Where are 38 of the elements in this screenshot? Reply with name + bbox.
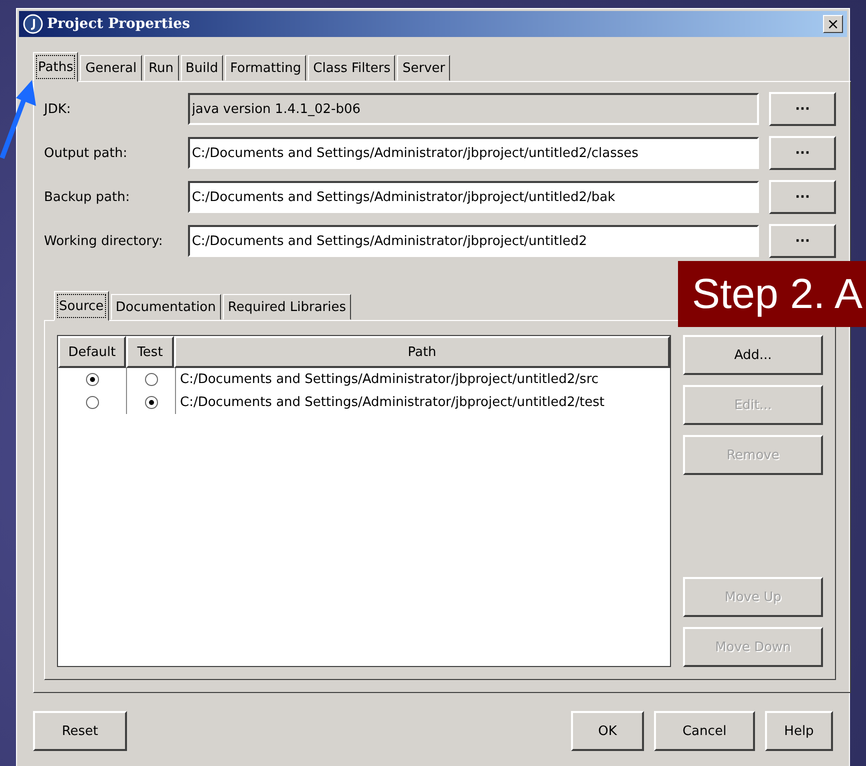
step-banner: Step 2. A: [678, 261, 866, 327]
close-button[interactable]: ×: [823, 15, 843, 33]
browse-button[interactable]: ···: [769, 136, 836, 170]
browse-button[interactable]: ···: [769, 180, 836, 214]
browse-button[interactable]: ···: [769, 224, 836, 258]
tab[interactable]: Required Libraries: [222, 294, 352, 320]
tab[interactable]: Documentation: [110, 294, 221, 320]
table-cell: C:/Documents and Settings/Administrator/jbproject/untitled2/src: [180, 372, 599, 387]
field-label: JDK:: [44, 102, 72, 116]
tab[interactable]: Paths: [33, 52, 78, 82]
tab[interactable]: Build: [180, 55, 224, 81]
input-field[interactable]: C:/Documents and Settings/Administrator/jbproject/untitled2: [188, 225, 760, 257]
dialog-button[interactable]: OK: [571, 711, 644, 751]
app-logo-icon: [23, 14, 43, 34]
field-label: Backup path:: [44, 190, 131, 204]
reset-button[interactable]: Reset: [33, 711, 127, 751]
tab[interactable]: General: [80, 55, 142, 81]
radio-button[interactable]: [144, 373, 158, 386]
field-label: Working directory:: [44, 234, 164, 248]
radio-button[interactable]: [144, 396, 158, 409]
radio-button[interactable]: [86, 373, 98, 386]
dialog-button[interactable]: Cancel: [654, 711, 755, 751]
table-cell: C:/Documents and Settings/Administrator/jbproject/untitled2/test: [180, 395, 605, 410]
tab[interactable]: Class Filters: [308, 55, 396, 81]
window-title: Project Properties: [47, 16, 190, 32]
dialog-button[interactable]: Help: [765, 711, 833, 751]
radio-button[interactable]: [86, 396, 98, 409]
input-field[interactable]: C:/Documents and Settings/Administrator/jbproject/untitled2/classes: [188, 137, 760, 169]
input-field[interactable]: C:/Documents and Settings/Administrator/jbproject/untitled2/bak: [188, 181, 760, 213]
side-button[interactable]: Add...: [683, 335, 823, 375]
column-header[interactable]: Default: [58, 336, 126, 368]
tab[interactable]: Formatting: [225, 55, 306, 81]
tab[interactable]: Run: [144, 55, 179, 81]
field-label: Output path:: [44, 146, 128, 160]
tab[interactable]: Source: [54, 291, 109, 321]
column-header[interactable]: Test: [126, 336, 174, 368]
tab[interactable]: Server: [397, 55, 450, 81]
column-header[interactable]: Path: [174, 336, 670, 368]
